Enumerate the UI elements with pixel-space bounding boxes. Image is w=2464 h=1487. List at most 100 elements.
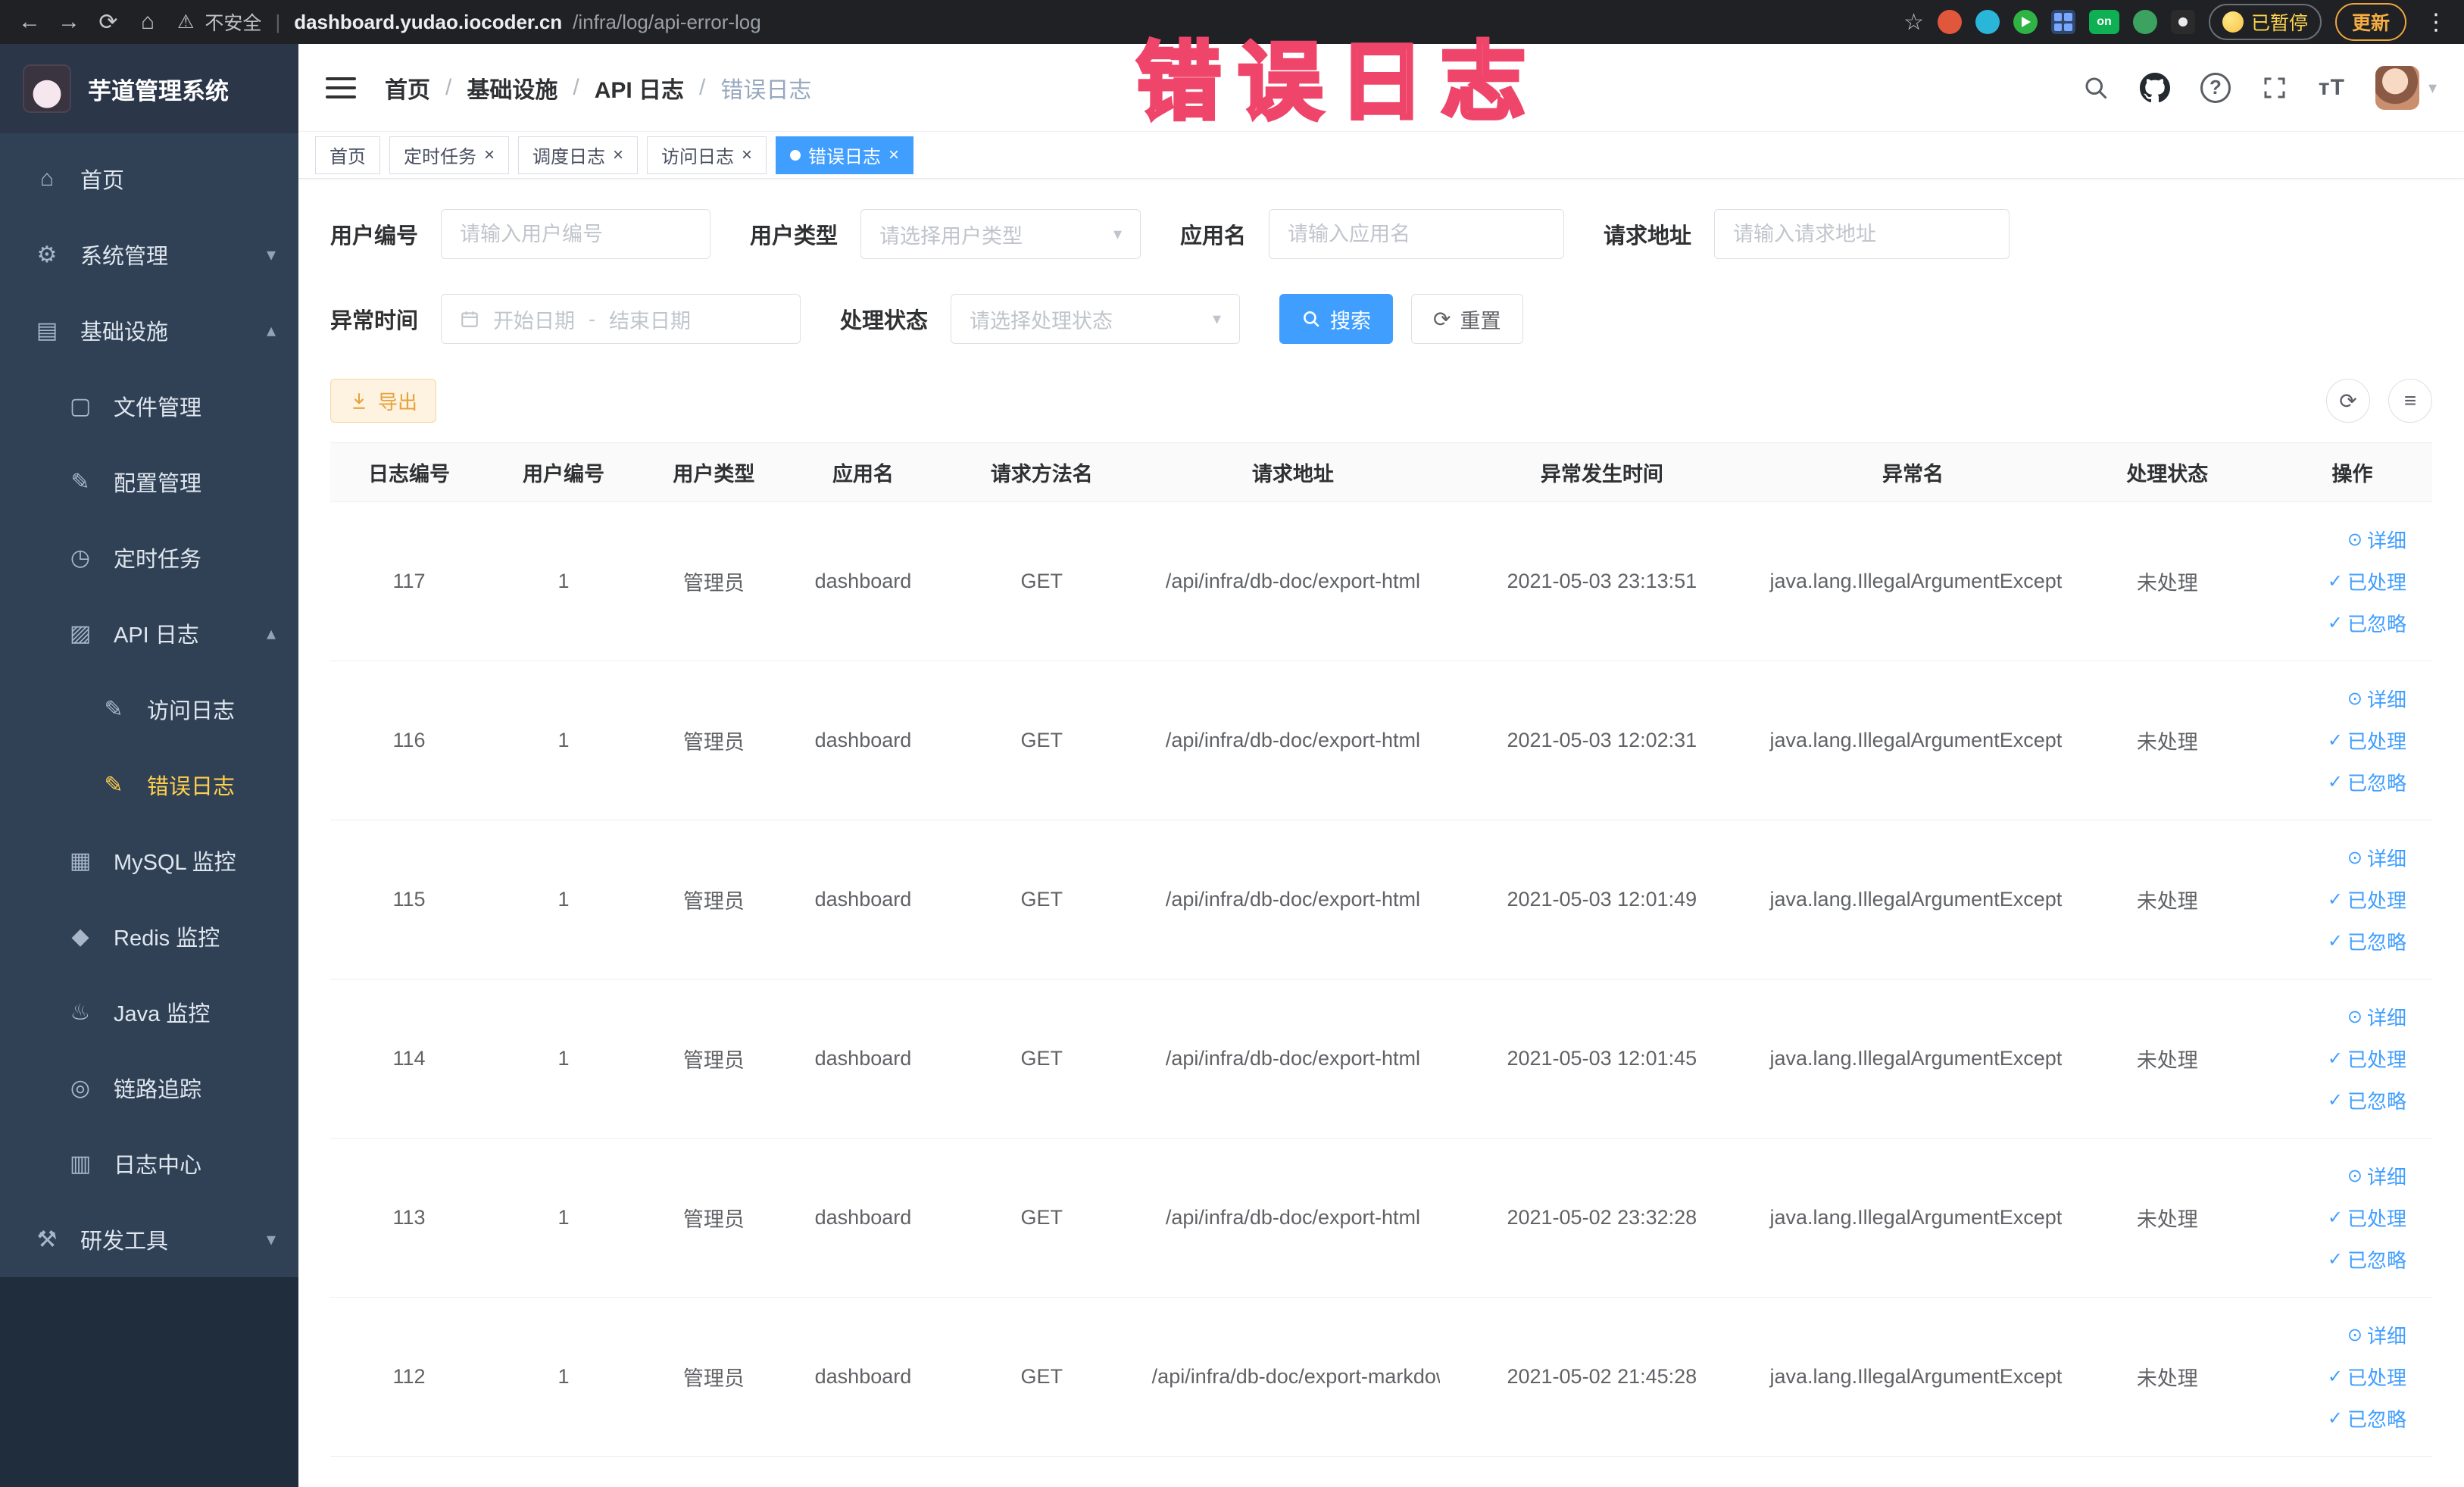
sidebar-item-config-management[interactable]: ✎ 配置管理 <box>0 444 298 520</box>
request-url-input[interactable] <box>1714 209 2010 259</box>
search-icon[interactable] <box>2082 74 2110 102</box>
status-cell: 未处理 <box>2062 820 2273 979</box>
sidebar-item-api-log[interactable]: ▨ API 日志 ▴ <box>0 595 298 671</box>
hamburger-icon[interactable] <box>326 77 356 98</box>
status-cell: 未处理 <box>2062 979 2273 1139</box>
processed-link[interactable]: ✓ 已处理 <box>2328 1045 2406 1073</box>
detail-link[interactable]: ⊙ 详细 <box>2347 1162 2406 1190</box>
tab-access-log[interactable]: 访问日志 × <box>647 136 767 174</box>
breadcrumb-infra[interactable]: 基础设施 <box>467 71 557 105</box>
search-button[interactable]: 搜索 <box>1279 294 1394 344</box>
sidebar-item-access-log[interactable]: ✎ 访问日志 <box>0 671 298 747</box>
col-app-name: 应用名 <box>788 442 938 502</box>
detail-link[interactable]: ⊙ 详细 <box>2347 685 2406 713</box>
sidebar-item-scheduled-jobs[interactable]: ◷ 定时任务 <box>0 520 298 595</box>
exception-time-cell: 2021-05-02 21:45:28 <box>1440 1297 1764 1457</box>
sidebar-item-tracing[interactable]: ◎ 链路追踪 <box>0 1050 298 1126</box>
app-name-cell: dashboard <box>788 979 938 1139</box>
refresh-table-button[interactable]: ⟳ <box>2326 379 2370 423</box>
exception-name-cell: java.lang.IllegalArgumentException <box>1763 501 2063 661</box>
sidebar-item-system[interactable]: ⚙ 系统管理 ▾ <box>0 217 298 292</box>
check-icon: ✓ <box>2327 613 2343 633</box>
close-icon[interactable]: × <box>613 145 623 164</box>
user-avatar[interactable]: ▾ <box>2375 65 2437 110</box>
tab-scheduled-jobs[interactable]: 定时任务 × <box>389 136 510 174</box>
ignored-link[interactable]: ✓ 已忽略 <box>2328 1086 2406 1114</box>
sidebar-item-home[interactable]: ⌂ 首页 <box>0 141 298 217</box>
browser-forward-button[interactable]: → <box>52 5 86 39</box>
chrome-update-button[interactable]: 更新 <box>2334 3 2406 41</box>
export-button[interactable]: 导出 <box>330 379 437 423</box>
date-range-picker[interactable]: 开始日期 - 结束日期 <box>441 294 801 344</box>
tab-home[interactable]: 首页 <box>315 136 380 174</box>
extension-icon[interactable] <box>1975 10 2000 34</box>
warning-icon: ⚠ <box>177 11 195 33</box>
ignored-link[interactable]: ✓ 已忽略 <box>2328 768 2406 796</box>
browser-home-button[interactable]: ⌂ <box>130 5 165 39</box>
method-cell: GET <box>937 820 1146 979</box>
exception-name-cell: java.lang.IllegalArgumentException <box>1763 820 2063 979</box>
breadcrumb-api-log[interactable]: API 日志 <box>595 71 684 105</box>
table-row: 112 1 管理员 dashboard GET /api/infra/db-do… <box>330 1297 2432 1457</box>
user-type-select[interactable]: 请选择用户类型 ▾ <box>860 209 1141 259</box>
ignored-link[interactable]: ✓ 已忽略 <box>2328 1245 2406 1273</box>
reset-button[interactable]: ⟳ 重置 <box>1411 294 1523 344</box>
paused-extension-badge[interactable]: 已暂停 <box>2208 4 2322 40</box>
processed-link[interactable]: ✓ 已处理 <box>2328 567 2406 595</box>
github-icon[interactable] <box>2139 72 2170 103</box>
extension-icon[interactable] <box>1937 10 1962 34</box>
help-icon[interactable]: ? <box>2200 72 2231 103</box>
fullscreen-icon[interactable] <box>2261 74 2288 102</box>
close-icon[interactable]: × <box>888 145 899 164</box>
close-icon[interactable]: × <box>742 145 752 164</box>
app-logo[interactable]: 芋道管理系统 <box>0 44 298 133</box>
check-icon: ✓ <box>2327 772 2343 792</box>
sidebar-item-redis-monitor[interactable]: ◆ Redis 监控 <box>0 898 298 974</box>
processed-link[interactable]: ✓ 已处理 <box>2328 726 2406 754</box>
extension-grid-icon[interactable] <box>2050 10 2075 34</box>
emoji-icon <box>2222 11 2244 33</box>
extension-icon[interactable] <box>2170 10 2195 34</box>
tab-error-log[interactable]: 错误日志 × <box>776 136 914 174</box>
sidebar-item-infrastructure[interactable]: ▤ 基础设施 ▴ <box>0 292 298 368</box>
close-icon[interactable]: × <box>484 145 495 164</box>
ignored-link[interactable]: ✓ 已忽略 <box>2328 927 2406 955</box>
redis-icon: ◆ <box>71 923 89 949</box>
detail-link[interactable]: ⊙ 详细 <box>2347 844 2406 872</box>
app-name-input[interactable] <box>1269 209 1565 259</box>
browser-actions: ☆ on 已暂停 更新 ⋮ <box>1903 3 2452 41</box>
detail-link[interactable]: ⊙ 详细 <box>2347 1003 2406 1031</box>
user-id-input[interactable] <box>441 209 711 259</box>
column-settings-button[interactable]: ≡ <box>2388 379 2432 423</box>
processed-link[interactable]: ✓ 已处理 <box>2328 1363 2406 1391</box>
sidebar-item-mysql-monitor[interactable]: ▦ MySQL 监控 <box>0 823 298 898</box>
sidebar-item-log-center[interactable]: ▥ 日志中心 <box>0 1126 298 1201</box>
browser-reload-button[interactable]: ⟳ <box>91 5 126 39</box>
processed-link[interactable]: ✓ 已处理 <box>2328 886 2406 914</box>
request-url-cell: /api/infra/db-doc/export-html <box>1145 979 1441 1139</box>
sidebar-item-error-log[interactable]: ✎ 错误日志 <box>0 747 298 823</box>
address-bar[interactable]: ⚠ 不安全 | dashboard.yudao.iocoder.cn/infra… <box>177 8 1899 36</box>
breadcrumb-home[interactable]: 首页 <box>385 71 430 105</box>
extension-icon[interactable] <box>2013 10 2038 34</box>
browser-back-button[interactable]: ← <box>12 5 47 39</box>
app-name-cell: dashboard <box>788 661 938 820</box>
ignored-link[interactable]: ✓ 已忽略 <box>2328 1404 2406 1432</box>
processed-link[interactable]: ✓ 已处理 <box>2328 1204 2406 1232</box>
sidebar-item-file-management[interactable]: ▢ 文件管理 <box>0 368 298 444</box>
select-caret-icon: ▾ <box>1113 224 1123 243</box>
status-select[interactable]: 请选择处理状态 ▾ <box>951 294 1241 344</box>
bookmark-star-icon[interactable]: ☆ <box>1903 9 1924 36</box>
font-size-icon[interactable]: тT <box>2319 75 2345 101</box>
tab-schedule-log[interactable]: 调度日志 × <box>518 136 639 174</box>
app-title: 芋道管理系统 <box>88 77 229 105</box>
extension-icon[interactable] <box>2132 10 2157 34</box>
ignored-link[interactable]: ✓ 已忽略 <box>2328 609 2406 637</box>
request-url-cell: /api/infra/db-doc/export-html <box>1145 501 1441 661</box>
sidebar-item-dev-tools[interactable]: ⚒ 研发工具 ▾ <box>0 1201 298 1277</box>
detail-link[interactable]: ⊙ 详细 <box>2347 526 2406 554</box>
browser-menu-icon[interactable]: ⋮ <box>2420 9 2452 36</box>
extension-on-icon[interactable]: on <box>2088 10 2119 34</box>
detail-link[interactable]: ⊙ 详细 <box>2347 1321 2406 1349</box>
sidebar-item-java-monitor[interactable]: ♨ Java 监控 <box>0 974 298 1050</box>
